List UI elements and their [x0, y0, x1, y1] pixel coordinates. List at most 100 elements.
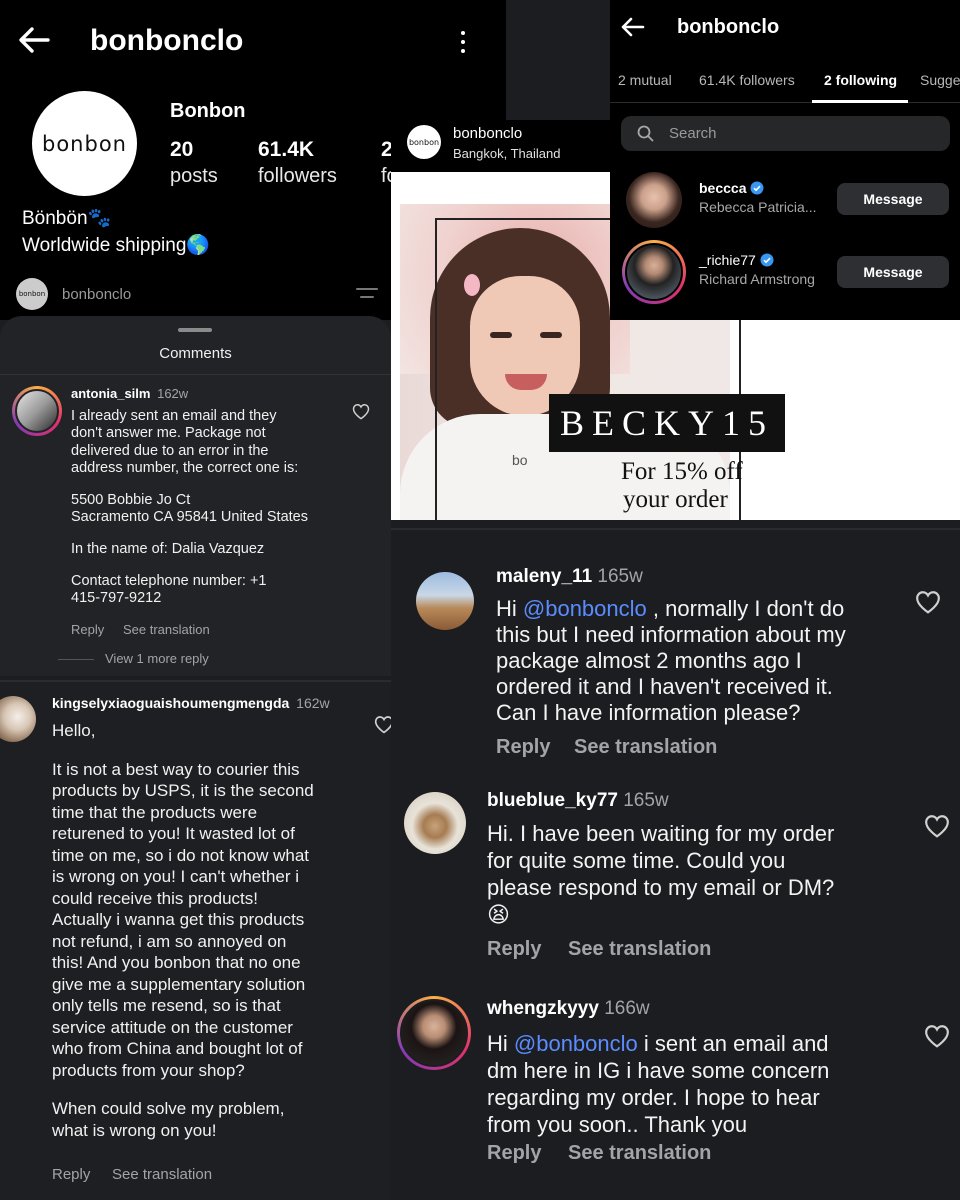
- see-translation-link[interactable]: See translation: [568, 1142, 711, 1165]
- comment-line: I already sent an email and they: [71, 408, 277, 424]
- post-author-avatar[interactable]: bonbon: [407, 125, 441, 159]
- message-button[interactable]: Message: [837, 256, 949, 288]
- see-translation-link[interactable]: See translation: [574, 736, 717, 759]
- comment-header: whengzkyyy 166w: [487, 998, 650, 1020]
- more-options-icon[interactable]: [455, 28, 471, 58]
- post-author-username[interactable]: bonbonclo: [453, 125, 522, 142]
- comment-line: [71, 477, 361, 492]
- comment-line: is wrong on you! I can't whether i: [52, 867, 300, 886]
- reply-link[interactable]: Reply: [52, 1166, 90, 1183]
- back-arrow-icon[interactable]: [620, 14, 646, 45]
- search-icon: [637, 125, 654, 147]
- back-arrow-icon[interactable]: [16, 22, 52, 64]
- comment-line: products by USPS, it is the second: [52, 781, 314, 800]
- promo-line-2: your order: [623, 486, 728, 513]
- posts-count[interactable]: 20: [170, 138, 193, 162]
- verified-badge-icon: [750, 181, 764, 195]
- comment-line: address number, the correct one is:: [71, 459, 299, 476]
- following-row[interactable]: beccca Rebecca Patricia... Message: [610, 168, 960, 232]
- post-location[interactable]: Bangkok, Thailand: [453, 146, 560, 161]
- comment-line: [52, 1081, 382, 1098]
- menu-icon[interactable]: [356, 286, 378, 307]
- tab-following[interactable]: 2 following: [824, 72, 897, 88]
- tab-mutual[interactable]: 2 mutual: [618, 72, 672, 88]
- reply-link[interactable]: Reply: [496, 736, 550, 759]
- comment-header: blueblue_ky77 165w: [487, 790, 669, 812]
- promo-code-box: BECKY15: [549, 394, 785, 452]
- comment-username[interactable]: maleny_11: [496, 566, 592, 587]
- see-translation-link[interactable]: See translation: [123, 622, 210, 637]
- comment-line: time on me, so i do not know what: [52, 845, 310, 865]
- mini-avatar[interactable]: bonbon: [16, 278, 48, 310]
- commenter-avatar[interactable]: [12, 386, 62, 436]
- following-panel-title: bonbonclo: [677, 16, 780, 38]
- reply-link[interactable]: Reply: [487, 1142, 541, 1165]
- followers-count[interactable]: 61.4K: [258, 138, 314, 162]
- comment-line: 415-797-9212: [71, 589, 162, 606]
- post-mini-header: bonbon bonbonclo: [0, 262, 391, 320]
- reply-link[interactable]: Reply: [487, 938, 541, 961]
- profile-avatar[interactable]: bonbon: [32, 91, 137, 196]
- comment-line: Hello,: [52, 721, 96, 740]
- user-username[interactable]: _richie77: [699, 252, 774, 268]
- message-button[interactable]: Message: [837, 183, 949, 215]
- commenter-avatar[interactable]: [397, 996, 471, 1070]
- reply-link[interactable]: Reply: [71, 622, 104, 637]
- user-avatar[interactable]: [622, 240, 686, 304]
- comment-text: I already sent an email and they don't an…: [71, 408, 361, 607]
- tab-followers[interactable]: 61.4K followers: [699, 72, 795, 88]
- like-heart-icon[interactable]: [915, 590, 941, 614]
- comment-username[interactable]: whengzkyyy: [487, 998, 599, 1019]
- drag-handle[interactable]: [178, 328, 212, 332]
- view-more-replies[interactable]: View 1 more reply: [105, 651, 209, 666]
- search-input[interactable]: Search: [621, 116, 950, 151]
- comment-line: service attitude on the customer: [52, 1017, 293, 1037]
- comment-line: In the name of: Dalia Vazquez: [71, 540, 265, 557]
- posts-label[interactable]: posts: [170, 165, 218, 188]
- verified-badge-icon: [760, 253, 774, 267]
- comment-text: Hi. I have been waiting for my order for…: [487, 821, 835, 927]
- comment-line: [71, 558, 361, 573]
- comment-time: 165w: [623, 790, 669, 811]
- like-heart-icon[interactable]: [352, 403, 370, 420]
- like-heart-icon[interactable]: [924, 814, 950, 838]
- logo-text: bonbon: [42, 131, 127, 156]
- following-row[interactable]: _richie77 Richard Armstrong Message: [610, 238, 960, 304]
- comments-title: Comments: [159, 345, 232, 362]
- followers-label[interactable]: followers: [258, 165, 337, 188]
- reply-thread-line: [58, 659, 94, 660]
- comment-line: It is not a best way to courier this: [52, 759, 300, 779]
- comment-line: When could solve my problem,: [52, 1099, 285, 1118]
- see-translation-link[interactable]: See translation: [568, 938, 711, 961]
- user-avatar[interactable]: [626, 172, 682, 228]
- commenter-avatar[interactable]: [404, 792, 466, 854]
- commenter-avatar[interactable]: [0, 696, 36, 742]
- comment-line: 5500 Bobbie Jo Ct: [71, 491, 191, 508]
- comment-line: [71, 526, 361, 541]
- comment-time: 165w: [597, 566, 643, 587]
- user-full-name: Rebecca Patricia...: [699, 199, 817, 215]
- mention-link[interactable]: @bonbonclo: [514, 1031, 638, 1056]
- comment-username[interactable]: kingselyxiaoguaishoumengmengda: [52, 695, 289, 711]
- comment-username[interactable]: antonia_silm: [71, 386, 150, 401]
- mini-username[interactable]: bonbonclo: [62, 286, 131, 303]
- comment-username[interactable]: blueblue_ky77: [487, 790, 618, 811]
- mention-link[interactable]: @bonbonclo: [523, 596, 647, 621]
- comment-line: [52, 742, 382, 759]
- comment-time: 162w: [157, 386, 189, 401]
- user-username[interactable]: beccca: [699, 180, 764, 196]
- logo-text: bonbon: [408, 137, 440, 147]
- like-heart-icon[interactable]: [924, 1024, 950, 1048]
- comments-sheet: Comments antonia_silm 162w I already sen…: [0, 316, 391, 676]
- comment-line: products from your shop?: [52, 1060, 245, 1080]
- comment-header: kingselyxiaoguaishoumengmengda 162w: [52, 695, 330, 711]
- comment-line: returened to you! It wasted lot of: [52, 824, 295, 843]
- tab-suggested[interactable]: Sugge: [920, 72, 960, 88]
- see-translation-link[interactable]: See translation: [112, 1166, 212, 1183]
- commenter-avatar[interactable]: [416, 572, 474, 630]
- promo-code: BECKY15: [559, 403, 774, 443]
- comment-kingsely: kingselyxiaoguaishoumengmengda 162w Hell…: [0, 680, 391, 1200]
- comment-line: Actually i wanna get this products: [52, 910, 305, 929]
- comment-line: Sacramento CA 95841 United States: [71, 508, 308, 525]
- post-header: bonbon bonbonclo Bangkok, Thailand: [391, 120, 610, 172]
